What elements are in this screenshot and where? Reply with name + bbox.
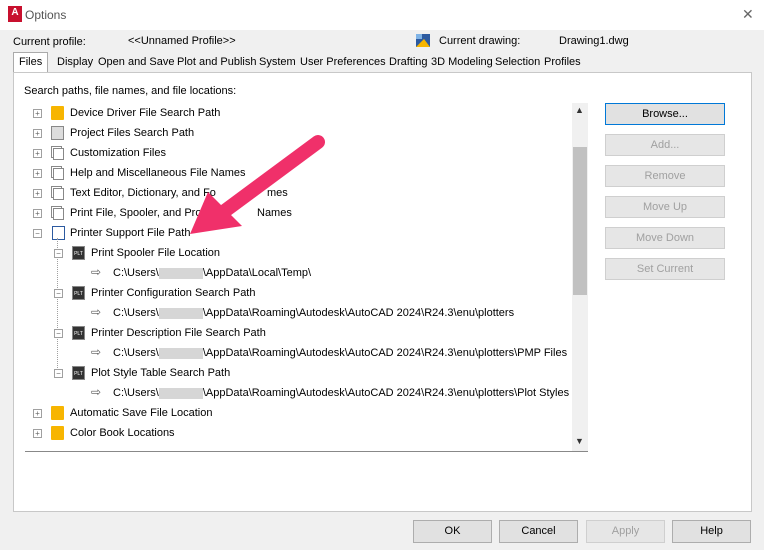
current-drawing-label: Current drawing:: [439, 35, 521, 47]
tree-path-print-spooler[interactable]: ⇨ C:\Users\ \AppData\Local\Temp\: [25, 263, 570, 283]
autocad-app-icon: A: [8, 6, 22, 22]
tab-display[interactable]: Display: [57, 56, 93, 68]
window-title: Options: [25, 8, 67, 22]
collapse-icon[interactable]: −: [54, 289, 63, 298]
redacted-username: [158, 307, 203, 319]
remove-button[interactable]: Remove: [605, 165, 725, 187]
apply-button[interactable]: Apply: [586, 520, 665, 543]
path-arrow-icon: ⇨: [91, 265, 102, 279]
expand-icon[interactable]: +: [33, 429, 42, 438]
tree-item-autosave[interactable]: + Automatic Save File Location: [25, 403, 570, 423]
tree-item-printer-description[interactable]: − PLT Printer Description File Search Pa…: [25, 323, 570, 343]
folder-icon: [51, 406, 64, 420]
tree-path-printer-config[interactable]: ⇨ C:\Users\ \AppData\Roaming\Autodesk\Aut…: [25, 303, 570, 323]
redacted-username: [158, 387, 203, 399]
current-drawing-value: Drawing1.dwg: [559, 35, 629, 47]
expand-icon[interactable]: +: [33, 169, 42, 178]
collapse-icon[interactable]: −: [33, 229, 42, 238]
scroll-down-icon[interactable]: ▼: [575, 436, 584, 446]
pointer-arrow-annotation: [190, 135, 325, 234]
set-current-button[interactable]: Set Current: [605, 258, 725, 280]
redacted-username: [158, 347, 203, 359]
multi-doc-icon: [53, 168, 64, 180]
path-arrow-icon: ⇨: [91, 345, 102, 359]
tab-profiles[interactable]: Profiles: [544, 56, 581, 68]
tab-plot-and-publish[interactable]: Plot and Publish: [177, 56, 257, 68]
tree-item-print-spooler[interactable]: − PLT Print Spooler File Location: [25, 243, 570, 263]
expand-icon[interactable]: +: [33, 209, 42, 218]
close-icon[interactable]: ✕: [742, 6, 754, 23]
tab-open-and-save[interactable]: Open and Save: [98, 56, 174, 68]
tab-user-preferences[interactable]: User Preferences: [300, 56, 386, 68]
folder-icon: [51, 106, 64, 120]
collapse-icon[interactable]: −: [54, 369, 63, 378]
plt-icon: PLT: [72, 286, 85, 300]
expand-icon[interactable]: +: [33, 149, 42, 158]
tab-drafting[interactable]: Drafting: [389, 56, 428, 68]
plt-icon: PLT: [72, 246, 85, 260]
collapse-icon[interactable]: −: [54, 249, 63, 258]
scrollbar-thumb[interactable]: [573, 147, 587, 295]
tree-vertical-scrollbar[interactable]: ▲ ▼: [572, 103, 588, 451]
title-bar: [0, 0, 764, 30]
tree-item-printer-config[interactable]: − PLT Printer Configuration Search Path: [25, 283, 570, 303]
add-button[interactable]: Add...: [605, 134, 725, 156]
redacted-username: [158, 267, 203, 279]
expand-icon[interactable]: +: [33, 409, 42, 418]
tab-files[interactable]: Files: [13, 52, 49, 73]
move-up-button[interactable]: Move Up: [605, 196, 725, 218]
drawing-file-icon: [416, 34, 430, 47]
tree-item-plot-style[interactable]: − PLT Plot Style Table Search Path: [25, 363, 570, 383]
scroll-up-icon[interactable]: ▲: [575, 105, 584, 115]
project-files-icon: [51, 126, 64, 140]
collapse-icon[interactable]: −: [54, 329, 63, 338]
cancel-button[interactable]: Cancel: [499, 520, 578, 543]
current-profile-value: <<Unnamed Profile>>: [128, 35, 236, 47]
tree-path-printer-description[interactable]: ⇨ C:\Users\ \AppData\Roaming\Autodesk\Aut…: [25, 343, 570, 363]
tab-selection[interactable]: Selection: [495, 56, 540, 68]
multi-doc-icon: [53, 208, 64, 220]
path-arrow-icon: ⇨: [91, 305, 102, 319]
multi-doc-icon: [53, 148, 64, 160]
plt-icon: PLT: [72, 366, 85, 380]
doc-icon: [52, 226, 65, 240]
path-arrow-icon: ⇨: [91, 385, 102, 399]
tree-path-plot-style[interactable]: ⇨ C:\Users\ \AppData\Roaming\Autodesk\Aut…: [25, 383, 570, 403]
tree-item-device-driver[interactable]: + Device Driver File Search Path: [25, 103, 570, 123]
move-down-button[interactable]: Move Down: [605, 227, 725, 249]
help-button[interactable]: Help: [672, 520, 751, 543]
multi-doc-icon: [53, 188, 64, 200]
tree-bottom-border: [25, 451, 588, 452]
tab-system[interactable]: System: [259, 56, 296, 68]
ok-button[interactable]: OK: [413, 520, 492, 543]
search-paths-label: Search paths, file names, and file locat…: [24, 85, 237, 97]
expand-icon[interactable]: +: [33, 109, 42, 118]
browse-button[interactable]: Browse...: [605, 103, 725, 125]
current-profile-label: Current profile:: [13, 36, 86, 48]
tab-3d-modeling[interactable]: 3D Modeling: [431, 56, 493, 68]
plt-icon: PLT: [72, 326, 85, 340]
folder-icon: [51, 426, 64, 440]
expand-icon[interactable]: +: [33, 189, 42, 198]
tree-item-color-book[interactable]: + Color Book Locations: [25, 423, 570, 443]
expand-icon[interactable]: +: [33, 129, 42, 138]
